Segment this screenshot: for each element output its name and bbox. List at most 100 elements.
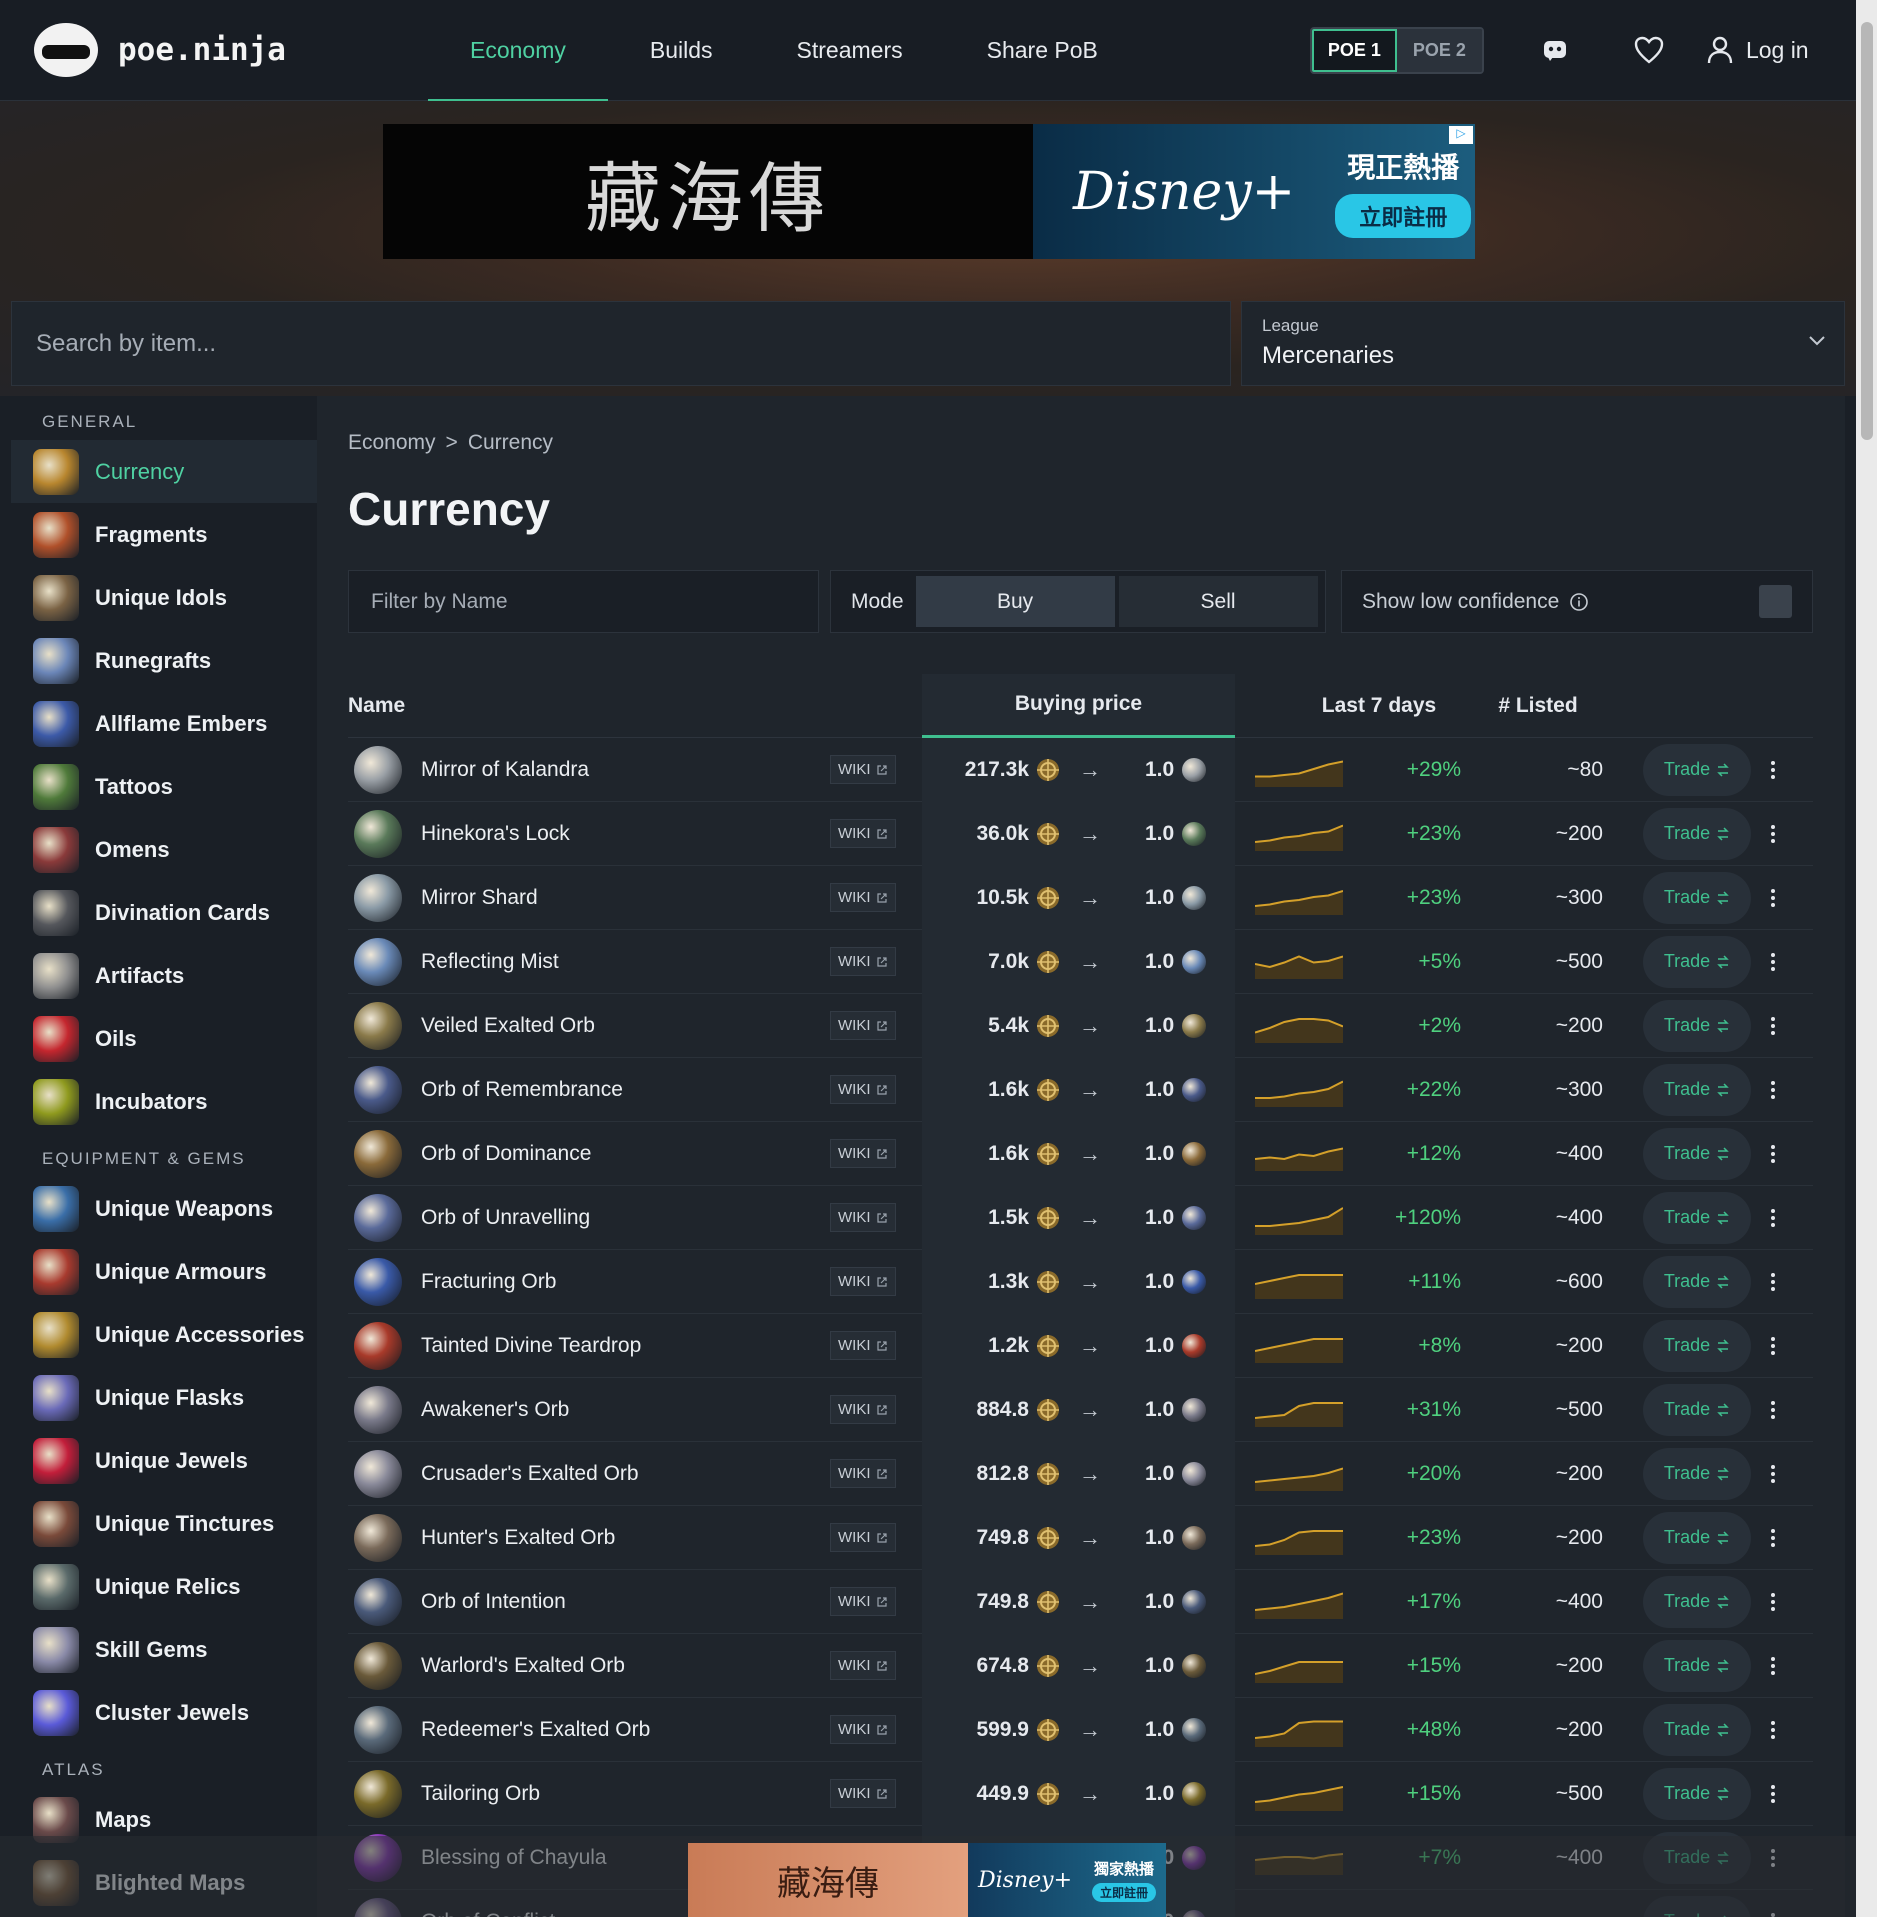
advertisement-banner[interactable]: 藏海傳 Disney+ 現正熱播 立即註冊 ▷: [383, 124, 1475, 259]
item-name[interactable]: Tailoring Orb: [421, 1782, 830, 1806]
wiki-link[interactable]: WIKI: [830, 1203, 896, 1232]
column-buying-price[interactable]: Buying price: [922, 673, 1235, 738]
column-listed[interactable]: # Listed: [1483, 694, 1593, 718]
sidebar-item-unique-flasks[interactable]: Unique Flasks: [11, 1366, 317, 1429]
login-button[interactable]: Log in: [1706, 35, 1809, 65]
nav-builds[interactable]: Builds: [608, 0, 755, 101]
more-options-icon[interactable]: [1763, 1528, 1783, 1547]
wiki-link[interactable]: WIKI: [830, 1139, 896, 1168]
ad-choices-icon[interactable]: ▷: [1449, 126, 1473, 144]
poe1-button[interactable]: POE 1: [1311, 28, 1397, 72]
trade-button[interactable]: Trade: [1643, 807, 1751, 860]
wiki-link[interactable]: WIKI: [830, 1267, 896, 1296]
sidebar-item-unique-relics[interactable]: Unique Relics: [11, 1555, 317, 1618]
item-name[interactable]: Mirror of Kalandra: [421, 758, 830, 782]
item-name[interactable]: Awakener's Orb: [421, 1398, 830, 1422]
more-options-icon[interactable]: [1763, 1336, 1783, 1355]
nav-economy[interactable]: Economy: [428, 0, 608, 102]
item-name[interactable]: Tainted Divine Teardrop: [421, 1334, 830, 1358]
trade-button[interactable]: Trade: [1643, 871, 1751, 924]
filter-name-input[interactable]: [371, 589, 818, 614]
sidebar-item-divination-cards[interactable]: Divination Cards: [11, 881, 317, 944]
trade-button[interactable]: Trade: [1643, 1447, 1751, 1500]
trade-button[interactable]: Trade: [1643, 1319, 1751, 1372]
trade-button[interactable]: Trade: [1643, 1703, 1751, 1756]
wiki-link[interactable]: WIKI: [830, 1779, 896, 1808]
sidebar-item-oils[interactable]: Oils: [11, 1007, 317, 1070]
more-options-icon[interactable]: [1763, 824, 1783, 843]
sidebar-item-unique-accessories[interactable]: Unique Accessories: [11, 1303, 317, 1366]
sidebar-item-skill-gems[interactable]: Skill Gems: [11, 1618, 317, 1681]
sidebar-item-unique-jewels[interactable]: Unique Jewels: [11, 1429, 317, 1492]
sidebar-item-runegrafts[interactable]: Runegrafts: [11, 629, 317, 692]
item-name[interactable]: Hinekora's Lock: [421, 822, 830, 846]
sidebar-item-tattoos[interactable]: Tattoos: [11, 755, 317, 818]
more-options-icon[interactable]: [1763, 1656, 1783, 1675]
column-name[interactable]: Name: [348, 694, 922, 718]
low-confidence-checkbox[interactable]: [1759, 585, 1792, 618]
more-options-icon[interactable]: [1763, 760, 1783, 779]
sidebar-item-unique-weapons[interactable]: Unique Weapons: [11, 1177, 317, 1240]
more-options-icon[interactable]: [1763, 1464, 1783, 1483]
item-name[interactable]: Mirror Shard: [421, 886, 830, 910]
sidebar-item-fragments[interactable]: Fragments: [11, 503, 317, 566]
trade-button[interactable]: Trade: [1643, 1767, 1751, 1820]
bottom-advertisement[interactable]: 藏海傳 Disney+ 獨家熱播 立即註冊: [688, 1843, 1166, 1917]
wiki-link[interactable]: WIKI: [830, 1075, 896, 1104]
trade-button[interactable]: Trade: [1643, 743, 1751, 796]
more-options-icon[interactable]: [1763, 1144, 1783, 1163]
trade-button[interactable]: Trade: [1643, 935, 1751, 988]
wiki-link[interactable]: WIKI: [830, 755, 896, 784]
item-name[interactable]: Hunter's Exalted Orb: [421, 1526, 830, 1550]
trade-button[interactable]: Trade: [1643, 1191, 1751, 1244]
more-options-icon[interactable]: [1763, 1720, 1783, 1739]
wiki-link[interactable]: WIKI: [830, 1395, 896, 1424]
mode-sell-button[interactable]: Sell: [1118, 576, 1318, 627]
mode-buy-button[interactable]: Buy: [915, 576, 1115, 627]
trade-button[interactable]: Trade: [1643, 1255, 1751, 1308]
wiki-link[interactable]: WIKI: [830, 1011, 896, 1040]
trade-button[interactable]: Trade: [1643, 1383, 1751, 1436]
wiki-link[interactable]: WIKI: [830, 1459, 896, 1488]
wiki-link[interactable]: WIKI: [830, 1523, 896, 1552]
wiki-link[interactable]: WIKI: [830, 947, 896, 976]
item-name[interactable]: Warlord's Exalted Orb: [421, 1654, 830, 1678]
sidebar-item-unique-idols[interactable]: Unique Idols: [11, 566, 317, 629]
wiki-link[interactable]: WIKI: [830, 1587, 896, 1616]
sidebar-item-cluster-jewels[interactable]: Cluster Jewels: [11, 1681, 317, 1744]
sidebar-item-artifacts[interactable]: Artifacts: [11, 944, 317, 1007]
item-name[interactable]: Crusader's Exalted Orb: [421, 1462, 830, 1486]
item-name[interactable]: Orb of Unravelling: [421, 1206, 830, 1230]
sidebar-item-unique-armours[interactable]: Unique Armours: [11, 1240, 317, 1303]
poe2-button[interactable]: POE 2: [1396, 28, 1482, 72]
item-name[interactable]: Reflecting Mist: [421, 950, 830, 974]
more-options-icon[interactable]: [1763, 888, 1783, 907]
bottom-ad-cta[interactable]: 立即註冊: [1091, 1883, 1156, 1902]
breadcrumb-currency[interactable]: Currency: [468, 431, 553, 454]
more-options-icon[interactable]: [1763, 1400, 1783, 1419]
wiki-link[interactable]: WIKI: [830, 1715, 896, 1744]
sidebar-item-currency[interactable]: Currency: [11, 440, 317, 503]
more-options-icon[interactable]: [1763, 1208, 1783, 1227]
league-select[interactable]: League Mercenaries: [1241, 301, 1845, 386]
wiki-link[interactable]: WIKI: [830, 1651, 896, 1680]
sidebar-item-omens[interactable]: Omens: [11, 818, 317, 881]
wiki-link[interactable]: WIKI: [830, 883, 896, 912]
more-options-icon[interactable]: [1763, 1016, 1783, 1035]
item-name[interactable]: Veiled Exalted Orb: [421, 1014, 830, 1038]
trade-button[interactable]: Trade: [1643, 1639, 1751, 1692]
more-options-icon[interactable]: [1763, 1784, 1783, 1803]
logo[interactable]: poe.ninja: [34, 23, 414, 77]
item-name[interactable]: Redeemer's Exalted Orb: [421, 1718, 830, 1742]
more-options-icon[interactable]: [1763, 952, 1783, 971]
trade-button[interactable]: Trade: [1643, 1575, 1751, 1628]
more-options-icon[interactable]: [1763, 1592, 1783, 1611]
breadcrumb-economy[interactable]: Economy: [348, 431, 436, 454]
item-name[interactable]: Orb of Intention: [421, 1590, 830, 1614]
nav-share-pob[interactable]: Share PoB: [945, 0, 1140, 101]
info-icon[interactable]: [1569, 592, 1589, 612]
trade-button[interactable]: Trade: [1643, 1511, 1751, 1564]
search-input[interactable]: [36, 329, 1230, 358]
wiki-link[interactable]: WIKI: [830, 819, 896, 848]
item-name[interactable]: Orb of Remembrance: [421, 1078, 830, 1102]
